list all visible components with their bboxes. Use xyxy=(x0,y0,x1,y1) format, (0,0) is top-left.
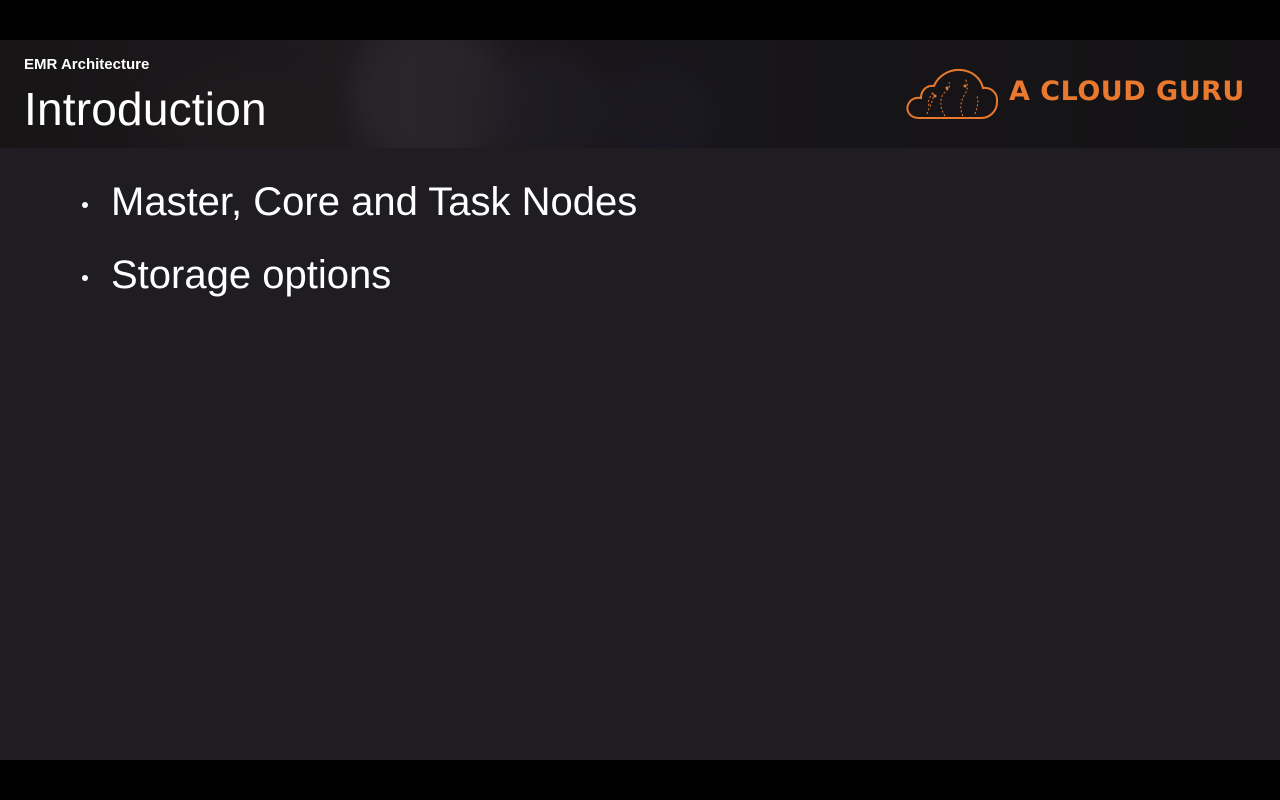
brand-name: A CLOUD GURU xyxy=(1009,76,1245,107)
letterbox-bottom xyxy=(0,760,1280,800)
bullet-text: Master, Core and Task Nodes xyxy=(111,180,638,224)
section-label: EMR Architecture xyxy=(24,56,150,73)
brand-logo: A CLOUD GURU xyxy=(905,66,1245,122)
slide-title: Introduction xyxy=(24,83,267,135)
slide-header: EMR Architecture Introduction A CLOUD GU… xyxy=(0,40,1280,148)
letterbox-top xyxy=(0,0,1280,40)
bullet-icon xyxy=(82,202,88,208)
bullet-text: Storage options xyxy=(111,253,392,297)
slide: EMR Architecture Introduction A CLOUD GU… xyxy=(0,40,1280,760)
bullet-icon xyxy=(82,275,88,281)
cloud-icon xyxy=(906,68,999,119)
